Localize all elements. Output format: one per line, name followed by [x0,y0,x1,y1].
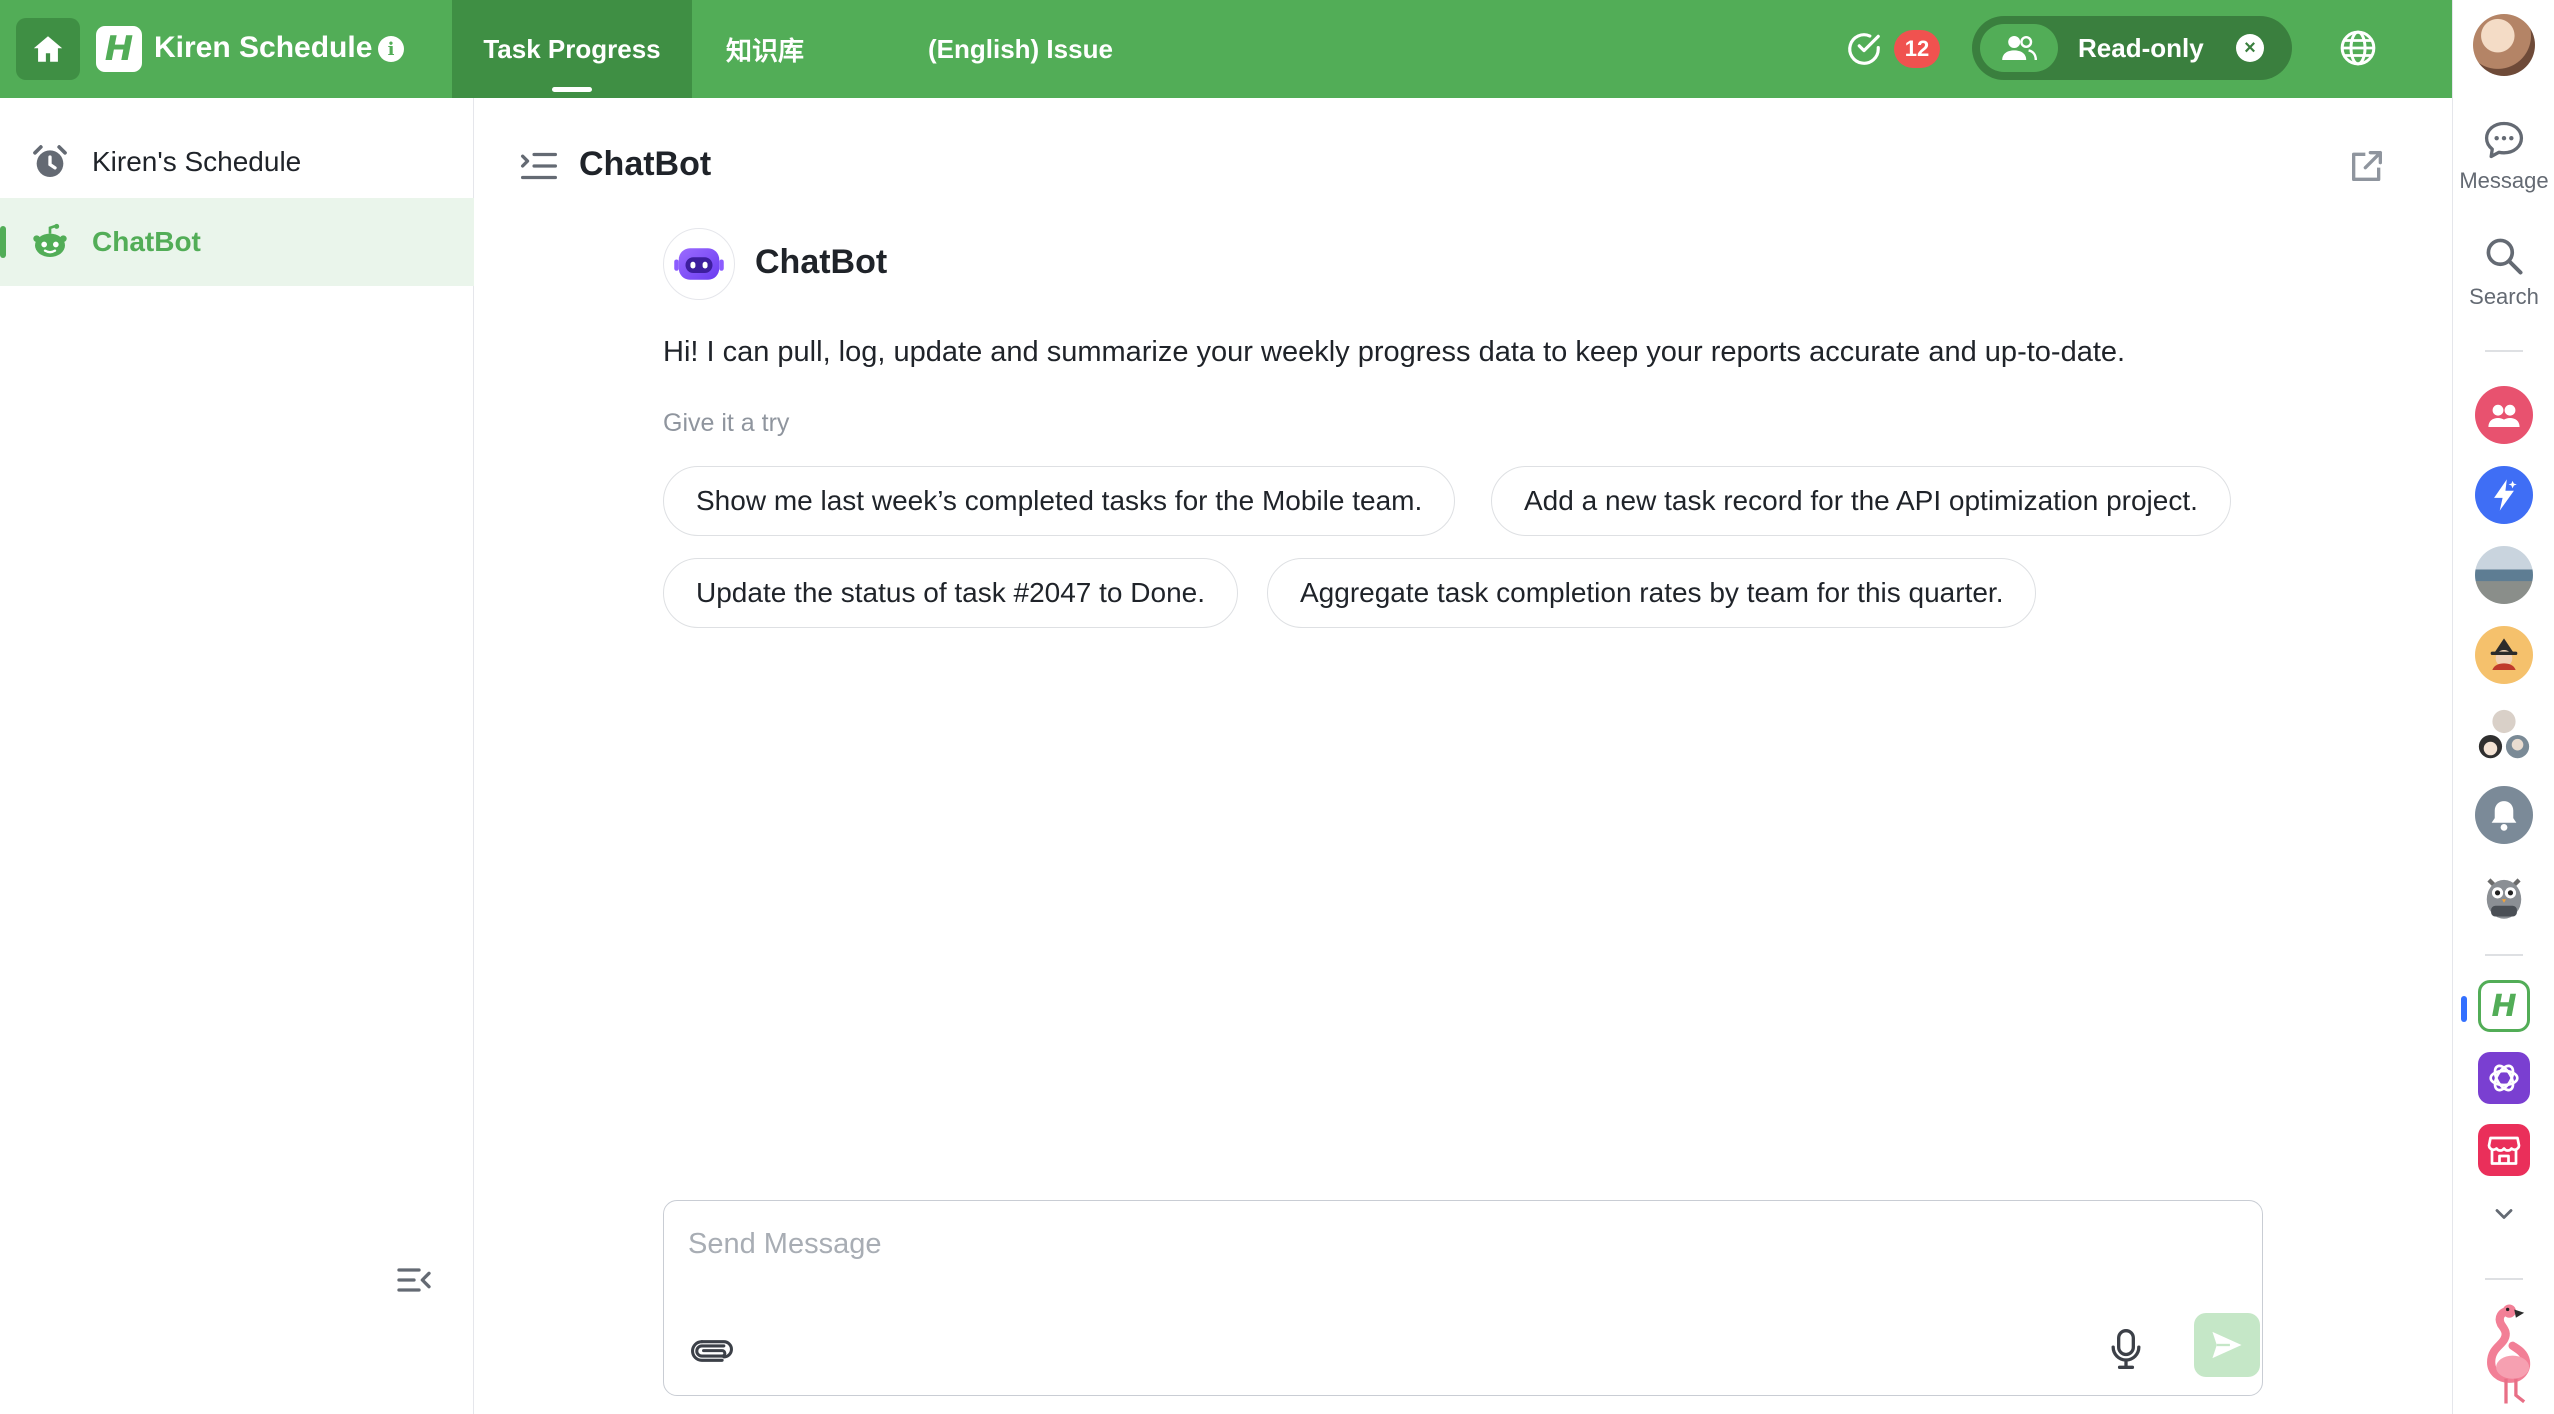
tab-label: (English) Issue [928,33,1113,64]
permission-pill[interactable]: Read-only × [1972,16,2292,80]
collapse-sidebar-icon[interactable] [394,1260,434,1300]
tab-label: Task Progress [483,33,661,64]
top-bar: H Kiren Schedule i Task Progress 知识库 (En… [0,0,2452,98]
info-icon[interactable]: i [378,36,404,62]
microphone-icon[interactable] [2106,1327,2146,1371]
bot-avatar [663,228,735,300]
bot-name: ChatBot [755,243,888,281]
lightning-app-avatar[interactable] [2475,466,2533,524]
rail-divider [2485,1278,2523,1280]
globe-icon[interactable] [2338,28,2378,68]
kiren-schedule-app[interactable]: H [2478,980,2530,1032]
task-count-badge: 12 [1894,30,1940,68]
attachment-icon[interactable] [690,1331,734,1371]
send-button[interactable] [2194,1313,2260,1377]
sidebar-item-chatbot[interactable]: ChatBot [0,198,474,286]
suggestion-chip[interactable]: Update the status of task #2047 to Done. [663,558,1239,628]
group-chat-avatar[interactable] [2475,386,2533,444]
suggestions-label: Give it a try [663,409,790,437]
task-check-icon[interactable] [1845,30,1883,68]
message-input[interactable] [688,1219,2228,1269]
send-icon [2212,1331,2242,1359]
tab-knowledge-base[interactable]: 知识库 [710,0,820,98]
notification-bot-avatar[interactable] [2475,786,2533,844]
openai-knot-icon [2489,1064,2519,1092]
outline-toggle-icon[interactable] [519,148,559,184]
active-tab-indicator [552,87,592,92]
home-button[interactable] [16,18,80,80]
store-icon [2487,1136,2521,1165]
message-icon [2484,121,2524,159]
permission-label: Read-only [2078,33,2204,63]
app-name: Kiren Schedule [154,31,373,64]
bot-intro-text: Hi! I can pull, log, update and summariz… [663,336,2126,368]
page-title: ChatBot [579,145,712,183]
main-panel: ChatBot ChatBot Hi! I can pull, log, upd… [475,98,2452,1414]
open-external-icon[interactable] [2347,146,2387,186]
user-avatar[interactable] [2473,14,2535,76]
witch-chat-avatar[interactable] [2475,626,2533,684]
tab-task-progress[interactable]: Task Progress [452,0,692,98]
alarm-clock-icon [33,145,67,177]
ai-assistant-app[interactable] [2478,1052,2530,1104]
active-app-indicator [2461,996,2467,1022]
close-icon[interactable]: × [2236,34,2264,62]
app-logo: H [96,26,142,72]
sidebar-item-label: Kiren's Schedule [92,146,302,177]
owl-bot-avatar[interactable] [2475,866,2533,924]
suggestion-chip[interactable]: Aggregate task completion rates by team … [1267,558,2037,628]
chevron-down-icon[interactable] [2490,1200,2518,1228]
landscape-chat-avatar[interactable] [2475,546,2533,604]
sidebar-item-label: ChatBot [92,226,201,257]
search-icon [2486,238,2523,275]
flamingo-mascot-icon[interactable] [2473,1300,2539,1408]
store-app[interactable] [2478,1124,2530,1176]
message-label: Message [2459,168,2549,193]
search-label: Search [2469,284,2539,309]
group-members-avatar[interactable] [2475,706,2533,764]
rail-divider [2485,954,2523,956]
message-composer [663,1200,2263,1396]
tab-label: 知识库 [725,35,804,66]
suggestion-chip[interactable]: Add a new task record for the API optimi… [1491,466,2231,536]
tab-english-issue[interactable]: (English) Issue [900,0,1140,98]
people-icon [1980,24,2058,72]
bot-icon [33,223,67,257]
sidebar: Kiren's Schedule ChatBot [0,98,474,1414]
app-logo-letter: H [2491,988,2517,1024]
right-rail: Message Search H [2452,0,2554,1414]
robot-icon [674,248,724,280]
sidebar-item-kirens-schedule[interactable]: Kiren's Schedule [0,118,474,206]
suggestion-chip[interactable]: Show me last week’s completed tasks for … [663,466,1456,536]
search-button[interactable]: Search [2453,234,2554,310]
message-button[interactable]: Message [2453,118,2554,194]
rail-divider [2485,350,2523,352]
home-icon [33,36,63,62]
